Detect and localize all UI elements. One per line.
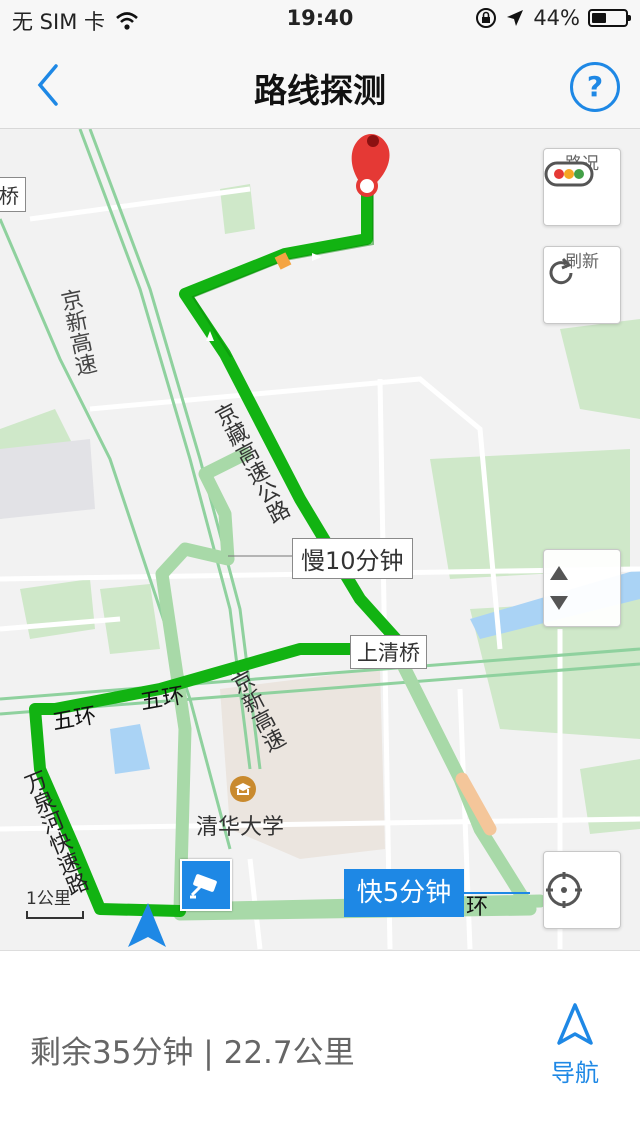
scale-label: 1公里 [26,889,71,909]
fast-route-callout: 快5分钟 [344,869,464,917]
ring-label-right: 环 [466,895,489,920]
destination-marker-icon[interactable] [351,134,390,197]
navigation-arrow-icon [557,1003,593,1045]
compass-toggle-button[interactable] [543,549,621,627]
scale-bar [26,911,84,919]
battery-percent: 44% [533,6,580,30]
status-bar: 无 SIM 卡 19:40 44% [0,0,640,40]
compass-arrows-icon [550,566,568,610]
traffic-toggle-button[interactable]: 路况 [543,148,621,226]
shangqing-bridge-label: 上清桥 [350,635,427,669]
map-scale: 1公里 [26,884,84,919]
traffic-light-icon [544,161,594,187]
tsinghua-label: 清华大学 [196,815,285,840]
navigation-label: 导航 [551,1059,599,1087]
battery-icon [588,9,631,27]
main-route-outline [191,186,374,358]
bridge-label-left: 桥 [0,177,26,212]
traffic-camera-icon [180,859,232,911]
gray-block [0,439,95,519]
location-arrow-icon [507,10,524,26]
main-congestion [274,252,292,270]
navigation-bar: 路线探测 ? [0,40,640,129]
page-title: 路线探测 [254,71,386,110]
locate-me-button[interactable] [543,851,621,929]
slow-route-callout: 慢10分钟 [292,538,413,579]
refresh-button[interactable]: 刷新 [543,246,621,324]
help-button[interactable]: ? [570,62,620,112]
rotation-lock-icon [476,8,497,28]
help-icon: ? [586,70,604,103]
locate-icon [546,872,582,908]
map-view[interactable]: 桥 京新高速 京藏高速公路 慢10分钟 上清桥 五环 五环 京新高速 万泉河快速… [0,129,640,950]
refresh-icon [549,257,573,285]
bottom-bar: 剩余35分钟 | 22.7公里 导航 [0,950,640,1137]
status-right: 44% [475,6,631,30]
university-icon [230,776,256,802]
remaining-time-distance: 剩余35分钟 | 22.7公里 [30,1035,355,1071]
navigation-button[interactable]: 导航 [540,1003,610,1093]
